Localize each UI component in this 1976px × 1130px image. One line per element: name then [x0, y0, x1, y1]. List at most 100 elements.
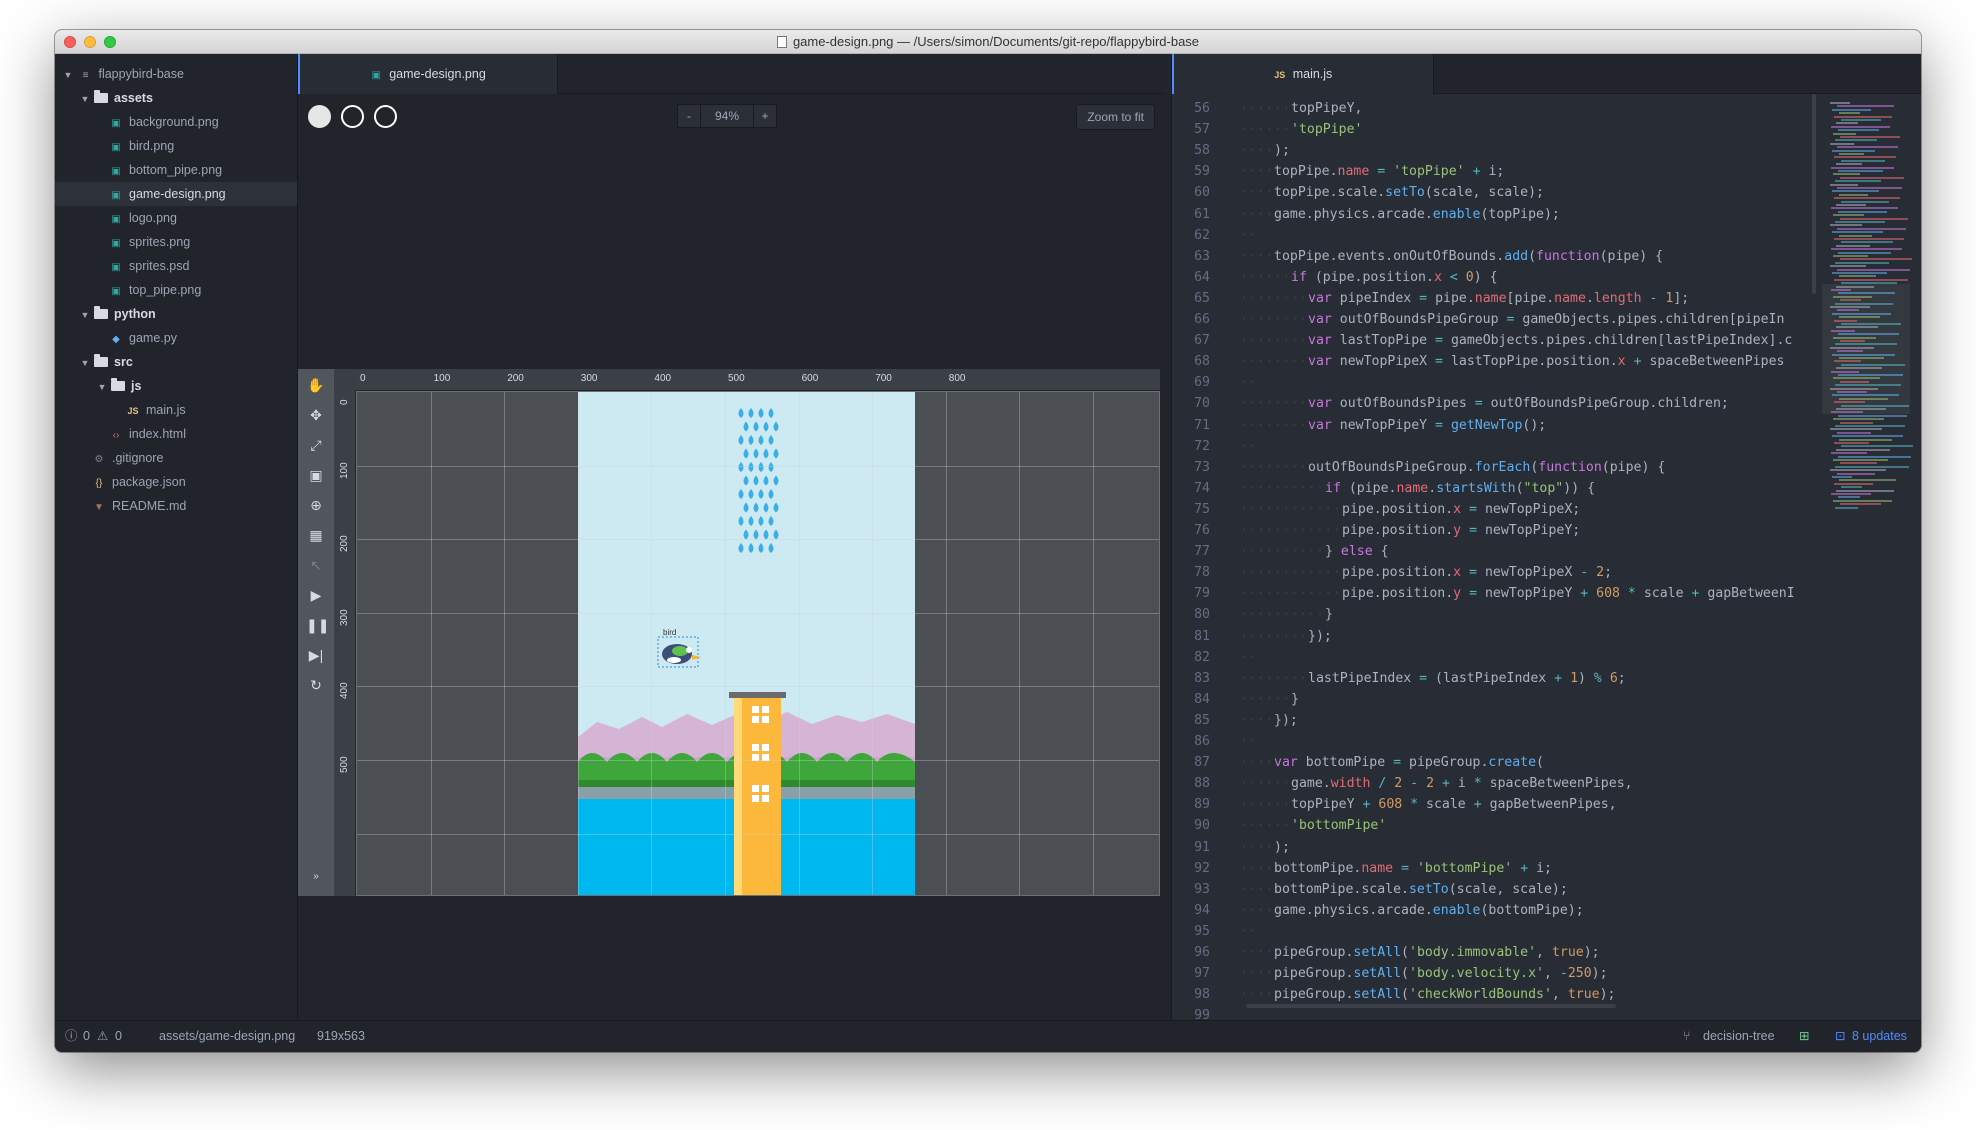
minimap-line	[1832, 272, 1887, 274]
error-icon[interactable]: ⓘ	[65, 1021, 78, 1052]
minimap-line	[1840, 136, 1900, 138]
tree-item-package-json[interactable]: {} package.json	[55, 470, 297, 494]
warning-count[interactable]: 0	[115, 1021, 122, 1052]
indent-guide: ····	[1240, 860, 1274, 876]
tree-item--gitignore[interactable]: ⚙ .gitignore	[55, 446, 297, 470]
indent-guide: ····	[1240, 966, 1274, 982]
line-number: 91	[1194, 839, 1210, 855]
minimap-line	[1835, 384, 1901, 387]
minimap-line	[1837, 350, 1863, 353]
line-number: 84	[1194, 691, 1210, 707]
minimap-line	[1839, 438, 1892, 441]
close-window-button[interactable]	[64, 36, 76, 48]
tree-item-readme-md[interactable]: ▼ README.md	[55, 494, 297, 518]
minimap-line	[1833, 255, 1868, 257]
tree-item-game-py[interactable]: ◆ game.py	[55, 326, 297, 350]
tab-main-js[interactable]: JS main.js	[1172, 54, 1434, 94]
file-path[interactable]: assets/game-design.png	[159, 1021, 295, 1052]
line-number: 65	[1194, 290, 1210, 306]
expand-icon[interactable]: »	[306, 867, 326, 887]
minimap-line	[1832, 394, 1899, 397]
minimap-line	[1832, 149, 1875, 152]
tree-item-background-png[interactable]: ▣ background.png	[55, 110, 297, 134]
minimap-line	[1831, 289, 1851, 291]
tree-item-main-js[interactable]: JS main.js	[55, 398, 297, 422]
json-file-icon: {}	[95, 478, 103, 489]
minimap-line	[1841, 159, 1885, 162]
hand-tool-icon[interactable]: ✋	[306, 375, 326, 395]
tree-item-game-design-png[interactable]: ▣ game-design.png	[55, 182, 297, 206]
maximize-window-button[interactable]	[104, 36, 116, 48]
play-icon[interactable]: ▶	[306, 585, 326, 605]
code-line: 63 ···· topPipe.events.onOutOfBounds.add(f…	[1172, 246, 1663, 267]
minimap-line	[1838, 374, 1903, 376]
indent-guide: ··	[1240, 375, 1257, 391]
git-icon[interactable]: ⊞	[1799, 1021, 1809, 1052]
updates-link[interactable]: 8 updates	[1852, 1021, 1907, 1052]
indent-guide: ····	[1240, 712, 1274, 728]
ruler-x-label: 100	[433, 373, 451, 384]
tree-item-bottom-pipe-png[interactable]: ▣ bottom_pipe.png	[55, 158, 297, 182]
tree-item-label: main.js	[146, 403, 186, 417]
code-area[interactable]: 56 ······ topPipeY, 57 ······'topPipe' 58 ····…	[1172, 94, 1812, 1020]
minimap-line	[1833, 214, 1864, 217]
bg-white-button[interactable]	[308, 105, 331, 128]
tree-root[interactable]: ▼ ≡ flappybird-base	[55, 62, 297, 86]
bg-black-button[interactable]	[341, 105, 364, 128]
tree-item-bird-png[interactable]: ▣ bird.png	[55, 134, 297, 158]
minimap-line	[1835, 139, 1877, 142]
grid-tool-icon[interactable]: ▦	[306, 525, 326, 545]
minimap-line	[1839, 479, 1896, 482]
minimap[interactable]	[1830, 102, 1913, 522]
zoom-tool-icon[interactable]: ⊕	[306, 495, 326, 515]
zoom-in-button[interactable]: +	[753, 104, 777, 128]
tree-item-assets[interactable]: ▼ assets	[55, 86, 297, 110]
updates-icon[interactable]: ⊡	[1835, 1021, 1845, 1052]
code-text: } else {	[1325, 544, 1389, 560]
tree-item-logo-png[interactable]: ▣ logo.png	[55, 206, 297, 230]
select-tool-icon[interactable]: ▣	[306, 465, 326, 485]
minimap-line	[1832, 435, 1903, 438]
code-line: 74 ·········· if (pipe.name.startsWith("to…	[1172, 478, 1595, 499]
minimap-line	[1831, 125, 1890, 128]
ruler-x-label: 0	[360, 373, 366, 384]
indent-guide: ············	[1240, 523, 1342, 538]
bg-transparent-button[interactable]	[374, 105, 397, 128]
minimap-line	[1841, 241, 1893, 244]
tree-item-src[interactable]: ▼ src	[55, 350, 297, 374]
minimap-line	[1840, 258, 1912, 261]
zoom-to-fit-button[interactable]: Zoom to fit	[1076, 104, 1155, 130]
tree-item-sprites-png[interactable]: ▣ sprites.png	[55, 230, 297, 254]
tree-item-js[interactable]: ▼ js	[55, 374, 297, 398]
pointer-tool-icon[interactable]: ↖	[306, 555, 326, 575]
minimap-line	[1832, 312, 1891, 315]
pause-icon[interactable]: ❚❚	[306, 615, 329, 635]
minimap-line	[1831, 166, 1894, 169]
minimap-line	[1838, 129, 1879, 132]
horizontal-scrollbar[interactable]	[1246, 1004, 1616, 1008]
image-file-icon: ▣	[111, 262, 121, 273]
zoom-out-button[interactable]: -	[677, 104, 701, 128]
code-text: game.physics.arcade.enable(topPipe);	[1274, 206, 1560, 222]
vertical-scrollbar[interactable]	[1812, 94, 1816, 294]
warning-icon[interactable]: ⚠	[97, 1021, 108, 1052]
tree-item-top-pipe-png[interactable]: ▣ top_pipe.png	[55, 278, 297, 302]
code-text: lastPipeIndex = (lastPipeIndex + 1) % 6;	[1308, 670, 1626, 686]
line-number: 93	[1194, 881, 1210, 897]
branch-icon[interactable]: ⑂	[1683, 1021, 1691, 1052]
restart-icon[interactable]: ↻	[306, 675, 326, 695]
code-line: 87 ···· var bottomPipe = pipeGroup.create(	[1172, 752, 1544, 773]
tree-item-python[interactable]: ▼ python	[55, 302, 297, 326]
error-count[interactable]: 0	[83, 1021, 90, 1052]
code-line: 98 ···· pipeGroup.setAll('checkWorldBounds…	[1172, 984, 1615, 1005]
minimize-window-button[interactable]	[84, 36, 96, 48]
code-text: });	[1274, 712, 1298, 728]
tab-game-design[interactable]: ▣ game-design.png	[298, 54, 558, 94]
tree-item-index-html[interactable]: ‹› index.html	[55, 422, 297, 446]
fit-tool-icon[interactable]: ⤢	[306, 435, 326, 455]
minimap-line	[1833, 132, 1856, 135]
tree-item-sprites-psd[interactable]: ▣ sprites.psd	[55, 254, 297, 278]
branch-name[interactable]: decision-tree	[1703, 1021, 1775, 1052]
move-tool-icon[interactable]: ✥	[306, 405, 326, 425]
step-icon[interactable]: ▶|	[306, 645, 326, 665]
